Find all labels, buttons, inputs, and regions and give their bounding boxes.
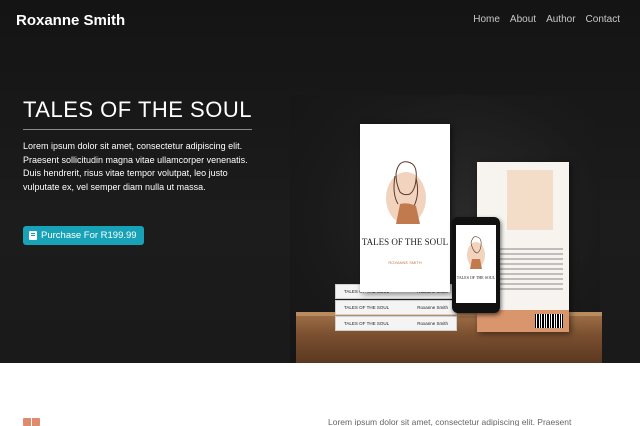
brand-name[interactable]: Roxanne Smith bbox=[16, 12, 125, 29]
hero-title: TALES OF THE SOUL bbox=[23, 97, 252, 122]
nav-about[interactable]: About bbox=[510, 14, 536, 25]
phone-cover-title: TALES OF THE SOUL bbox=[456, 275, 496, 280]
phone-mockup: TALES OF THE SOUL bbox=[452, 217, 500, 313]
spine-author: Roxanne Smith bbox=[417, 305, 448, 310]
nav-contact[interactable]: Contact bbox=[586, 14, 620, 25]
barcode bbox=[535, 314, 563, 328]
lower-section-text: Lorem ipsum dolor sit amet, consectetur … bbox=[328, 417, 572, 426]
title-divider bbox=[23, 129, 252, 130]
cover-title: TALES OF THE SOUL bbox=[361, 237, 449, 247]
phone-portrait-illustration bbox=[467, 236, 485, 269]
book-icon bbox=[29, 231, 37, 240]
book-front-cover: TALES OF THE SOUL ROXANNE SMITH bbox=[360, 124, 450, 292]
purchase-button[interactable]: Purchase For R199.99 bbox=[23, 226, 144, 245]
phone-screen: TALES OF THE SOUL bbox=[456, 225, 496, 303]
spine-author: Roxanne Smith bbox=[417, 321, 448, 326]
spine-title: TALES OF THE SOUL bbox=[344, 305, 390, 310]
stacked-book-bottom: TALES OF THE SOUL Roxanne Smith bbox=[335, 316, 457, 331]
back-cover-blurb bbox=[507, 170, 553, 230]
purchase-button-label: Purchase For R199.99 bbox=[41, 230, 137, 241]
portrait-illustration bbox=[386, 161, 426, 224]
cover-author: ROXANNE SMITH bbox=[388, 260, 422, 265]
spine-title: TALES OF THE SOUL bbox=[344, 321, 390, 326]
nav-author[interactable]: Author bbox=[546, 14, 575, 25]
nav-home[interactable]: Home bbox=[473, 14, 500, 25]
stacked-book-middle: TALES OF THE SOUL Roxanne Smith bbox=[335, 300, 457, 315]
open-book-icon bbox=[23, 418, 41, 426]
main-nav: Home About Author Contact bbox=[473, 14, 620, 25]
hero-description: Lorem ipsum dolor sit amet, consectetur … bbox=[23, 141, 248, 192]
